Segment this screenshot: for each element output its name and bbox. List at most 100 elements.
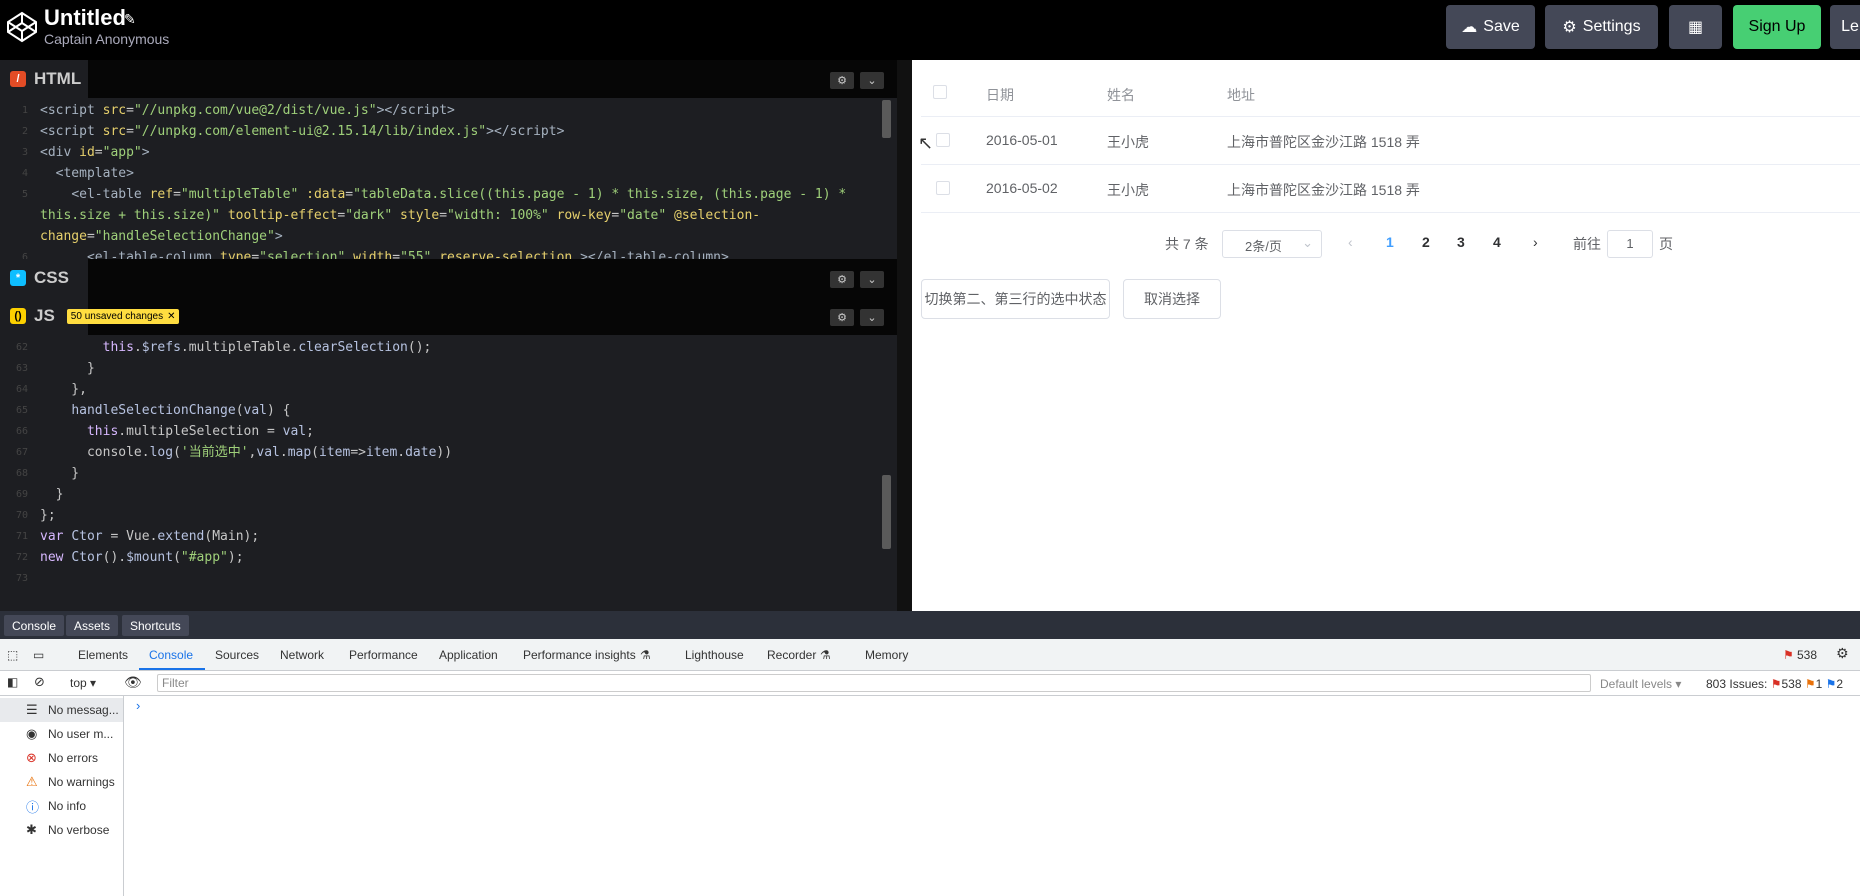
editor-area: / HTML ⚙ ⌄ 1 <script src="//unpkg.com/vue… — [0, 60, 912, 611]
css-panel-header[interactable]: * CSS ⚙ ⌄ — [0, 259, 897, 297]
code-line: }; — [40, 508, 56, 523]
devtools-tab-performance[interactable]: Performance — [349, 648, 418, 662]
info-icon: ⓘ — [26, 799, 40, 815]
line-number: 64 — [15, 384, 28, 395]
close-icon[interactable]: ✕ — [167, 311, 175, 322]
log-levels-select[interactable]: Default levels ▾ — [1600, 677, 1681, 691]
code-line: change="handleSelectionChange"> — [40, 229, 283, 244]
js-code-editor[interactable]: 62 this.$refs.multipleTable.clearSelecti… — [0, 335, 897, 611]
css-chevron-down-icon[interactable]: ⌄ — [860, 271, 884, 288]
flask-icon: ⚗ — [820, 648, 831, 662]
js-label: JS — [34, 306, 55, 325]
devtools-tab-memory[interactable]: Memory — [865, 648, 908, 662]
bug-icon: ✱ — [26, 822, 37, 837]
sidebar-item-user-messages[interactable]: ◉ No user m... — [0, 722, 123, 746]
login-button[interactable]: Le — [1830, 5, 1860, 49]
sidebar-item-verbose[interactable]: ✱ No verbose — [0, 818, 123, 842]
tab-shortcuts[interactable]: Shortcuts — [122, 615, 189, 636]
css-settings-icon[interactable]: ⚙ — [830, 271, 854, 288]
layout-icon: ▦ — [1687, 19, 1704, 36]
settings-button[interactable]: ⚙ Settings — [1545, 5, 1658, 49]
line-number: 69 — [15, 489, 28, 500]
editor-preview-resizer[interactable] — [897, 60, 912, 611]
js-chevron-down-icon[interactable]: ⌄ — [860, 309, 884, 326]
line-number: 5 — [21, 189, 28, 200]
devtools-tab-console[interactable]: Console — [149, 648, 193, 662]
page-2[interactable]: 2 — [1422, 234, 1430, 250]
devtools-tab-elements[interactable]: Elements — [78, 648, 128, 662]
devtools-tab-performance-insights[interactable]: Performance insights — [523, 648, 636, 662]
tab-assets[interactable]: Assets — [66, 615, 119, 636]
js-settings-icon[interactable]: ⚙ — [830, 309, 854, 326]
context-value: top — [70, 676, 87, 690]
edit-title-icon[interactable]: ✎ — [124, 11, 136, 28]
sidebar-item-errors[interactable]: ⊗ No errors — [0, 746, 123, 770]
html-code-editor[interactable]: 1 <script src="//unpkg.com/vue@2/dist/vue… — [0, 98, 897, 259]
sidebar-item-warnings[interactable]: ⚠ No warnings — [0, 770, 123, 794]
code-line: handleSelectionChange(val) { — [71, 403, 291, 418]
page-3[interactable]: 3 — [1457, 234, 1465, 250]
header-name: 姓名 — [1107, 87, 1135, 103]
code-line: } — [40, 466, 80, 481]
code-line: <div id="app"> — [40, 145, 150, 160]
warning-icon: ⚠ — [26, 774, 38, 789]
console-prompt-icon[interactable]: › — [136, 698, 140, 713]
html-chevron-down-icon[interactable]: ⌄ — [860, 72, 884, 89]
pen-title[interactable]: Untitled — [44, 5, 126, 31]
clear-console-icon[interactable]: ⊘ — [34, 674, 45, 690]
html-panel-header[interactable]: / HTML ⚙ ⌄ — [0, 60, 897, 98]
save-button[interactable]: ☁ Save — [1446, 5, 1535, 49]
goto-page-input[interactable]: 1 — [1607, 230, 1653, 258]
toggle-selection-button[interactable]: 切换第二、第三行的选中状态 — [921, 279, 1110, 319]
error-icon: ⊗ — [26, 750, 37, 765]
console-filter-input[interactable]: Filter — [157, 674, 1591, 692]
html-scrollbar[interactable] — [882, 100, 891, 138]
issues-badge-count[interactable]: 538 — [1797, 648, 1817, 662]
signup-button[interactable]: Sign Up — [1733, 5, 1821, 49]
html-settings-icon[interactable]: ⚙ — [830, 72, 854, 89]
js-scrollbar[interactable] — [882, 475, 891, 549]
line-number: 6 — [21, 252, 28, 259]
tab-console[interactable]: Console — [4, 615, 65, 636]
devtools-tab-application[interactable]: Application — [439, 648, 498, 662]
context-select[interactable]: top ▾ — [70, 676, 96, 690]
prev-page-icon[interactable]: ‹ — [1348, 234, 1353, 250]
devtools-tab-network[interactable]: Network — [280, 648, 324, 662]
line-number: 72 — [15, 552, 28, 563]
row-checkbox[interactable] — [936, 133, 950, 147]
js-panel-header[interactable]: () JS 50 unsaved changes ✕ ⚙ ⌄ — [0, 297, 897, 335]
inspect-icon[interactable]: ⬚ — [7, 648, 18, 662]
user-icon: ◉ — [26, 726, 38, 741]
unsaved-changes-badge[interactable]: 50 unsaved changes ✕ — [66, 308, 180, 324]
code-line: var Ctor = Vue.extend(Main); — [40, 529, 260, 544]
devtools-settings-icon[interactable]: ⚙ — [1836, 645, 1849, 662]
sidebar-toggle-icon[interactable]: ◧ — [7, 675, 18, 689]
devtools-tab-sources[interactable]: Sources — [215, 648, 259, 662]
devtools-tabbar: ⬚ ▭ Elements Console Sources Network Per… — [0, 639, 1860, 671]
devtools-tab-recorder[interactable]: Recorder — [767, 648, 816, 662]
css-badge-icon: * — [10, 270, 26, 286]
page-4[interactable]: 4 — [1493, 234, 1501, 250]
line-number: 67 — [15, 447, 28, 458]
device-toggle-icon[interactable]: ▭ — [33, 648, 44, 662]
page-size-select[interactable]: 2条/页 ⌄ — [1222, 230, 1322, 258]
next-page-icon[interactable]: › — [1533, 234, 1538, 250]
eye-icon[interactable]: 👁 — [124, 674, 142, 691]
sidebar-item-info[interactable]: ⓘ No info — [0, 794, 123, 818]
change-view-button[interactable]: ▦ — [1669, 5, 1722, 49]
sidebar-item-messages[interactable]: ☰ No messag... — [0, 698, 123, 722]
devtools-tab-lighthouse[interactable]: Lighthouse — [685, 648, 744, 662]
codepen-logo-icon[interactable] — [5, 10, 39, 44]
save-label: Save — [1483, 18, 1520, 35]
issues-summary[interactable]: 803 Issues: ⚑538 ⚑1 ⚑2 — [1706, 677, 1843, 691]
cell-address: 上海市普陀区金沙江路 1518 弄 — [1227, 134, 1420, 150]
row-checkbox[interactable] — [936, 181, 950, 195]
sidebar-item-label: No info — [48, 799, 87, 813]
header-address: 地址 — [1227, 87, 1255, 103]
page-1[interactable]: 1 — [1386, 234, 1394, 250]
select-all-checkbox[interactable] — [933, 85, 947, 99]
clear-selection-button[interactable]: 取消选择 — [1123, 279, 1221, 319]
cell-name: 王小虎 — [1107, 182, 1149, 198]
list-icon: ☰ — [26, 702, 38, 717]
line-number: 71 — [15, 531, 28, 542]
